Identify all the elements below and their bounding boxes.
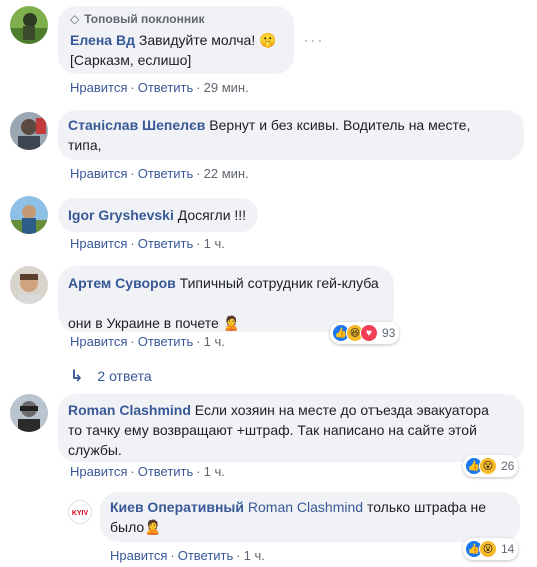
reply-link[interactable]: Ответить bbox=[138, 464, 194, 479]
reply-author[interactable]: Киев Оперативный bbox=[110, 499, 244, 515]
reactions-summary[interactable]: 👍 😮 14 bbox=[463, 538, 519, 560]
comment-author[interactable]: Елена Вд bbox=[70, 32, 135, 48]
view-replies-link[interactable]: ↳ 2 ответа bbox=[70, 366, 152, 386]
kyiv-logo-text: KYIV bbox=[72, 510, 89, 517]
wow-reaction-icon: 😮 bbox=[479, 540, 497, 558]
reply-link[interactable]: Ответить bbox=[138, 236, 194, 251]
timestamp[interactable]: 1 ч. bbox=[204, 236, 225, 251]
comment-text: Досягли !!! bbox=[177, 207, 247, 223]
like-link[interactable]: Нравится bbox=[70, 80, 127, 95]
like-link[interactable]: Нравится bbox=[70, 166, 127, 181]
reply-link[interactable]: Ответить bbox=[138, 166, 194, 181]
like-link[interactable]: Нравится bbox=[110, 548, 167, 563]
like-link[interactable]: Нравится bbox=[70, 464, 127, 479]
avatar[interactable] bbox=[10, 394, 48, 432]
page-avatar-kyiv-operativ[interactable]: KYIV bbox=[68, 500, 92, 524]
like-link[interactable]: Нравится bbox=[70, 236, 127, 251]
avatar[interactable] bbox=[10, 112, 48, 150]
avatar[interactable] bbox=[10, 266, 48, 304]
reply-bubble: Киев Оперативный Roman Clashmind только … bbox=[100, 492, 520, 542]
reply-link[interactable]: Ответить bbox=[138, 80, 194, 95]
comment-author[interactable]: Igor Gryshevski bbox=[68, 207, 174, 223]
comment-bubble: ◇ Топовый поклонник Елена Вд Завидуйте м… bbox=[58, 6, 294, 74]
like-link[interactable]: Нравится bbox=[70, 334, 127, 349]
comment-actions: Нравится · Ответить · 22 мин. bbox=[70, 166, 249, 181]
mention-link[interactable]: Roman Clashmind bbox=[248, 499, 363, 515]
comment-author[interactable]: Артем Суворов bbox=[68, 275, 176, 291]
comment-bubble: Roman Clashmind Если хозяин на месте до … bbox=[58, 394, 524, 462]
comment-actions: Нравится · Ответить · 1 ч. bbox=[70, 334, 225, 349]
reply-arrow-icon: ↳ bbox=[70, 368, 84, 385]
reactions-summary[interactable]: 👍 😆 ♥ 93 bbox=[330, 322, 400, 344]
timestamp[interactable]: 22 мин. bbox=[204, 166, 249, 181]
top-fan-badge: ◇ Топовый поклонник bbox=[70, 12, 205, 26]
comment-author[interactable]: Roman Clashmind bbox=[68, 402, 191, 418]
comment-bubble: Igor Gryshevski Досягли !!! bbox=[58, 198, 258, 232]
reply-link[interactable]: Ответить bbox=[138, 334, 194, 349]
timestamp[interactable]: 1 ч. bbox=[244, 548, 265, 563]
timestamp[interactable]: 1 ч. bbox=[204, 464, 225, 479]
avatar[interactable] bbox=[10, 196, 48, 234]
comment-bubble: Станіслав Шепелєв Вернут и без ксивы. Во… bbox=[58, 110, 524, 160]
reply-link[interactable]: Ответить bbox=[178, 548, 234, 563]
reaction-count: 93 bbox=[382, 326, 396, 340]
reaction-count: 26 bbox=[501, 459, 515, 473]
reply-actions: Нравится · Ответить · 1 ч. bbox=[110, 548, 265, 563]
reaction-count: 14 bbox=[501, 542, 515, 556]
comment-author[interactable]: Станіслав Шепелєв bbox=[68, 117, 205, 133]
comment-actions: Нравится · Ответить · 29 мин. bbox=[70, 80, 249, 95]
more-options-icon[interactable]: ··· bbox=[303, 30, 324, 51]
timestamp[interactable]: 29 мин. bbox=[204, 80, 249, 95]
comment-actions: Нравится · Ответить · 1 ч. bbox=[70, 236, 225, 251]
wow-reaction-icon: 😮 bbox=[479, 457, 497, 475]
comment-actions: Нравится · Ответить · 1 ч. bbox=[70, 464, 225, 479]
avatar[interactable] bbox=[10, 6, 48, 44]
diamond-icon: ◇ bbox=[70, 12, 80, 26]
love-reaction-icon: ♥ bbox=[360, 324, 378, 342]
reactions-summary[interactable]: 👍 😮 26 bbox=[463, 455, 519, 477]
timestamp[interactable]: 1 ч. bbox=[204, 334, 225, 349]
